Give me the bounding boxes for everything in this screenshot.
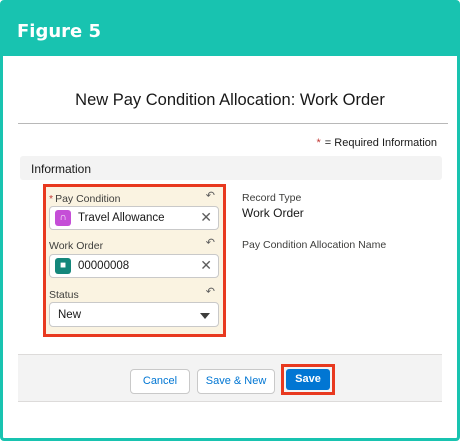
- allocation-name-label: Pay Condition Allocation Name: [242, 239, 387, 251]
- close-icon[interactable]: ✕: [200, 257, 212, 274]
- pay-condition-label-text: Pay Condition: [55, 193, 121, 205]
- modal-title: New Pay Condition Allocation: Work Order: [75, 91, 385, 109]
- headset-icon: ∩: [55, 210, 71, 226]
- save-highlight: Save: [281, 364, 335, 395]
- save-and-new-button[interactable]: Save & New: [197, 369, 275, 394]
- close-icon[interactable]: ✕: [200, 209, 212, 226]
- section-label: Information: [31, 162, 92, 176]
- record-type-label: Record Type: [242, 192, 302, 204]
- pay-condition-lookup[interactable]: ∩ Travel Allowance ✕: [49, 206, 219, 230]
- pay-condition-label: * Pay Condition: [49, 193, 120, 205]
- figure-title: Figure 5: [17, 21, 102, 42]
- undo-icon[interactable]: ↶: [206, 189, 215, 202]
- work-order-label: Work Order: [49, 240, 104, 252]
- undo-icon[interactable]: ↶: [206, 285, 215, 298]
- required-info-note: * = Required Information: [317, 137, 437, 149]
- undo-icon[interactable]: ↶: [206, 236, 215, 249]
- status-label: Status: [49, 289, 79, 301]
- truck-icon: ■: [55, 258, 71, 274]
- save-button[interactable]: Save: [286, 369, 330, 390]
- work-order-value: 00000008: [78, 260, 130, 272]
- figure-header: Figure 5: [3, 3, 457, 56]
- status-value: New: [58, 309, 82, 321]
- required-info-text: = Required Information: [324, 137, 437, 149]
- work-order-lookup[interactable]: ■ 00000008 ✕: [49, 254, 219, 278]
- pay-condition-value: Travel Allowance: [78, 212, 165, 224]
- status-select[interactable]: New: [49, 302, 219, 327]
- cancel-button[interactable]: Cancel: [130, 369, 190, 394]
- modal-footer: Cancel Save & New Save: [18, 354, 442, 402]
- required-mark: *: [49, 193, 54, 205]
- record-type-value: Work Order: [242, 206, 304, 220]
- required-star: *: [316, 137, 321, 149]
- highlighted-fields-panel: * Pay Condition ↶ ∩ Travel Allowance ✕ Wo…: [43, 184, 226, 337]
- chevron-down-icon: [200, 313, 210, 319]
- title-divider: [18, 123, 448, 124]
- section-header-information[interactable]: Information: [20, 156, 442, 180]
